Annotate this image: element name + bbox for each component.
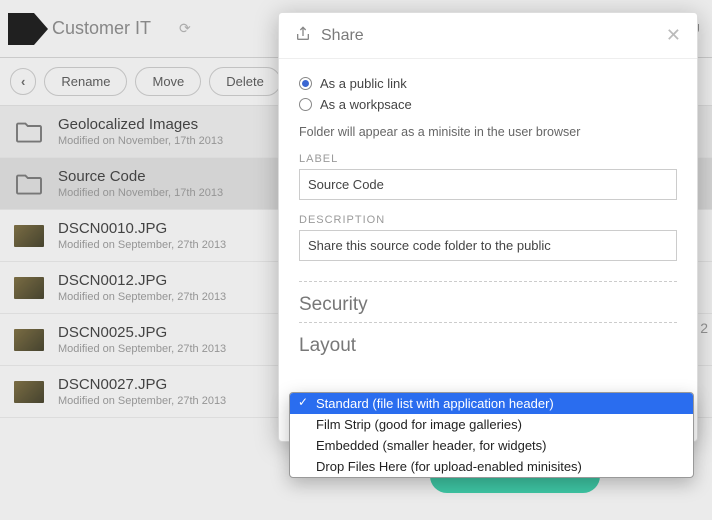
- file-text: DSCN0027.JPG Modified on September, 27th …: [58, 376, 226, 407]
- image-thumbnail: [14, 381, 44, 403]
- modal-hint: Folder will appear as a minisite in the …: [299, 115, 677, 153]
- radio-public-link[interactable]: As a public link: [299, 73, 677, 94]
- back-button[interactable]: ‹: [10, 68, 36, 95]
- radio-workspace-label: As a workpsace: [320, 97, 412, 112]
- nav-arrow-icon[interactable]: [8, 13, 34, 45]
- file-name: DSCN0027.JPG: [58, 376, 226, 393]
- side-count: 2: [700, 320, 708, 336]
- file-meta: Modified on November, 17th 2013: [58, 135, 223, 147]
- image-thumbnail: [14, 329, 44, 351]
- share-modal: Share ✕ As a public link As a workpsace …: [278, 12, 698, 442]
- description-field-label: DESCRIPTION: [299, 214, 677, 226]
- image-thumbnail: [14, 225, 44, 247]
- file-name: DSCN0012.JPG: [58, 272, 226, 289]
- refresh-icon[interactable]: ⟳: [179, 20, 191, 37]
- section-security[interactable]: Security: [299, 294, 677, 316]
- file-meta: Modified on September, 27th 2013: [58, 343, 226, 355]
- section-layout[interactable]: Layout: [299, 335, 677, 357]
- file-text: DSCN0012.JPG Modified on September, 27th …: [58, 272, 226, 303]
- file-meta: Modified on September, 27th 2013: [58, 239, 226, 251]
- file-text: Source Code Modified on November, 17th 20…: [58, 168, 223, 199]
- file-meta: Modified on November, 17th 2013: [58, 187, 223, 199]
- label-field-label: LABEL: [299, 153, 677, 165]
- label-input[interactable]: [299, 169, 677, 200]
- dropdown-option[interactable]: Film Strip (good for image galleries): [290, 414, 693, 435]
- rename-button[interactable]: Rename: [44, 67, 127, 96]
- file-meta: Modified on September, 27th 2013: [58, 291, 226, 303]
- image-thumbnail: [14, 277, 44, 299]
- file-text: DSCN0010.JPG Modified on September, 27th …: [58, 220, 226, 251]
- description-input[interactable]: [299, 230, 677, 261]
- delete-button[interactable]: Delete: [209, 67, 281, 96]
- breadcrumb[interactable]: Customer IT: [52, 18, 151, 39]
- dropdown-option[interactable]: Drop Files Here (for upload-enabled mini…: [290, 456, 693, 477]
- divider: [299, 281, 677, 282]
- file-text: Geolocalized Images Modified on November,…: [58, 116, 223, 147]
- file-name: Geolocalized Images: [58, 116, 223, 133]
- close-icon[interactable]: ✕: [666, 25, 681, 46]
- file-name: DSCN0010.JPG: [58, 220, 226, 237]
- file-name: Source Code: [58, 168, 223, 185]
- folder-icon: [14, 172, 44, 196]
- dropdown-option[interactable]: Embedded (smaller header, for widgets): [290, 435, 693, 456]
- radio-public-label: As a public link: [320, 76, 407, 91]
- radio-icon: [299, 98, 312, 111]
- modal-header: Share ✕: [279, 13, 697, 59]
- move-button[interactable]: Move: [135, 67, 201, 96]
- file-name: DSCN0025.JPG: [58, 324, 226, 341]
- divider: [299, 322, 677, 323]
- radio-icon: [299, 77, 312, 90]
- dropdown-option[interactable]: Standard (file list with application hea…: [290, 393, 693, 414]
- layout-dropdown[interactable]: Standard (file list with application hea…: [289, 392, 694, 478]
- modal-title: Share: [321, 27, 666, 45]
- file-text: DSCN0025.JPG Modified on September, 27th …: [58, 324, 226, 355]
- radio-workspace[interactable]: As a workpsace: [299, 94, 677, 115]
- file-meta: Modified on September, 27th 2013: [58, 395, 226, 407]
- folder-icon: [14, 120, 44, 144]
- share-icon: [295, 26, 311, 45]
